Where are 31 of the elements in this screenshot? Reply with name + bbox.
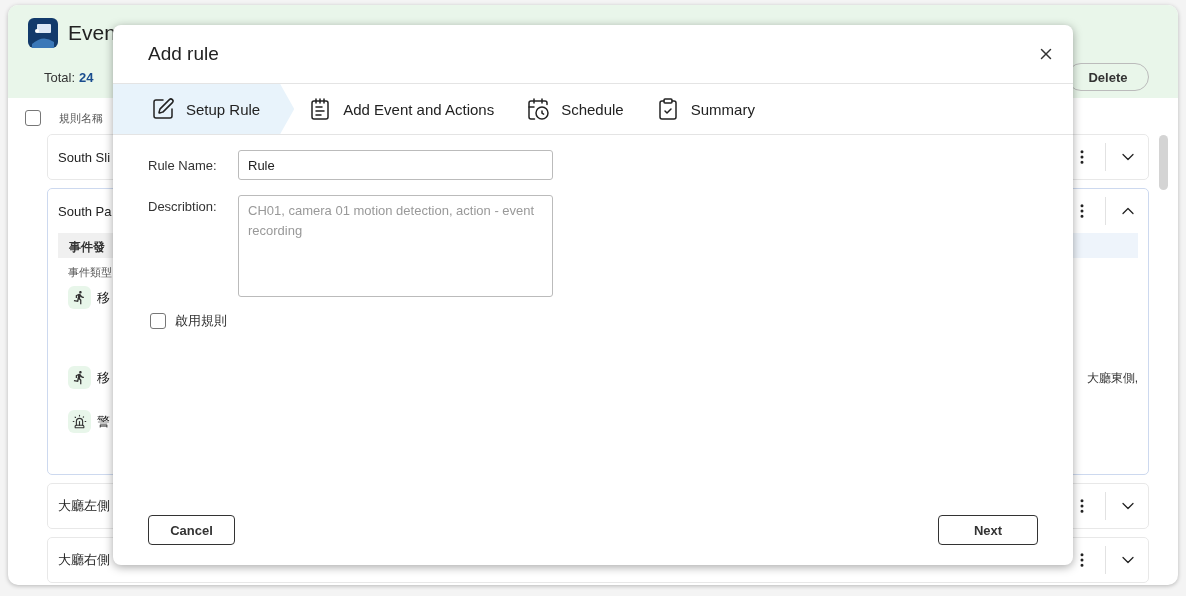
step-tab[interactable]: Schedule bbox=[512, 84, 642, 134]
rule-name: 大廳右側 bbox=[58, 551, 110, 569]
app-logo-icon bbox=[28, 18, 58, 48]
description-field[interactable]: CH01, camera 01 motion detection, action - event recording bbox=[238, 195, 553, 297]
step-tab[interactable]: Add Event and Actions bbox=[294, 84, 513, 134]
rule-name: South Sli bbox=[58, 149, 111, 165]
event-name: 移 bbox=[97, 368, 110, 387]
rule-name: 大廳左側 bbox=[58, 497, 110, 515]
step-tab[interactable]: Summary bbox=[641, 84, 773, 134]
rule-name: South Pa bbox=[58, 203, 112, 219]
scrollbar[interactable] bbox=[1159, 135, 1168, 190]
column-header: 規則名稱 bbox=[59, 110, 103, 126]
event-name: 移 bbox=[97, 288, 110, 307]
step-tab[interactable]: Setup Rule bbox=[113, 84, 295, 134]
cancel-button[interactable]: Cancel bbox=[148, 515, 235, 545]
total-count: 24 bbox=[79, 70, 94, 85]
enable-checkbox[interactable] bbox=[150, 313, 166, 329]
description-label: Describtion: bbox=[148, 198, 218, 216]
event-type-label: 事件類型 bbox=[68, 265, 113, 280]
event-detail: 大廳東側, bbox=[1086, 370, 1138, 387]
total-label: Total: bbox=[44, 70, 76, 85]
section-bar bbox=[1073, 233, 1138, 258]
next-button[interactable]: Next bbox=[938, 515, 1038, 545]
enable-label: 啟用規則 bbox=[175, 312, 227, 330]
rule-name-field[interactable]: Rule bbox=[238, 150, 553, 180]
event-name: 警 bbox=[97, 412, 110, 431]
calendar-clock-icon bbox=[526, 97, 551, 121]
rule-name-label: Rule Name: bbox=[148, 157, 218, 175]
select-all-checkbox[interactable] bbox=[25, 110, 41, 126]
dialog-title: Add rule bbox=[148, 43, 219, 65]
edit-icon bbox=[151, 97, 175, 121]
